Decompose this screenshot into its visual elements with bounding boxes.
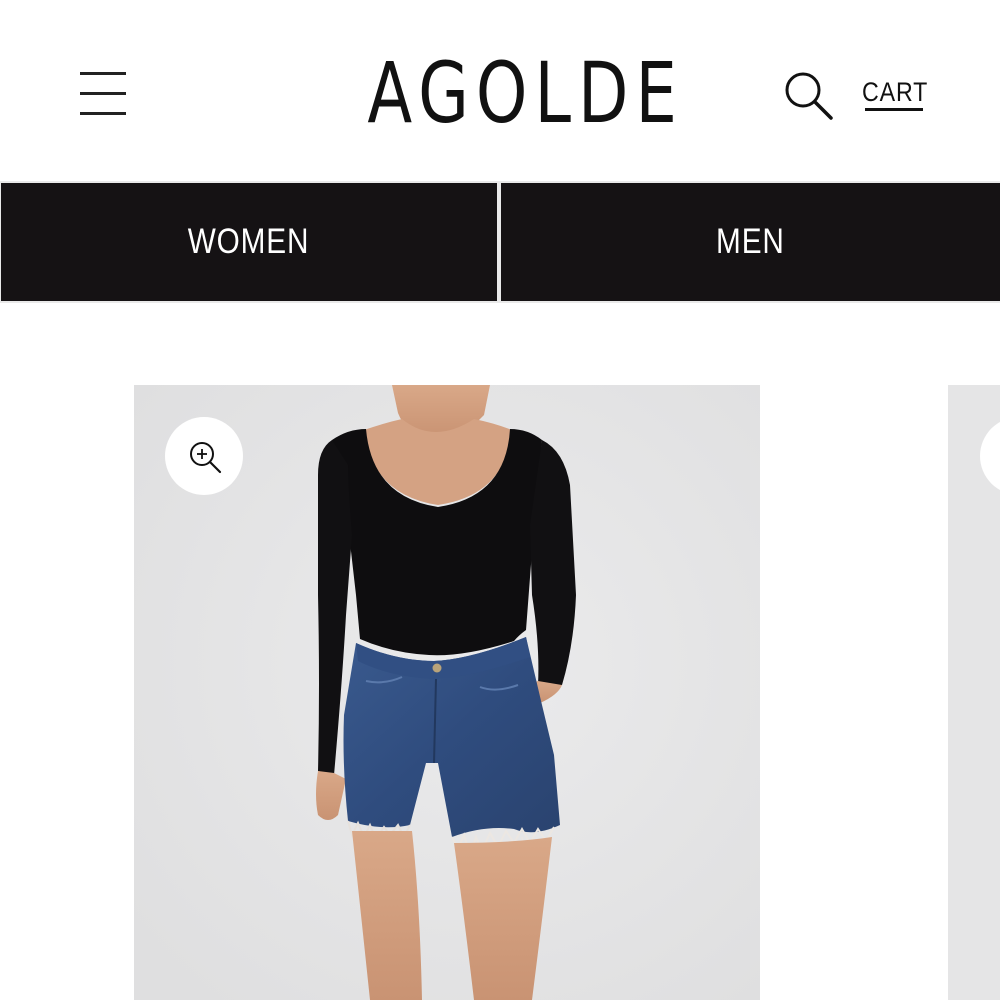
zoom-in-icon [190,442,222,474]
menu-line-bottom [80,112,126,115]
tab-women[interactable]: WOMEN [1,183,497,301]
site-logo[interactable]: AGOLDE [367,40,676,146]
search-icon [785,72,833,120]
page: AGOLDE CART WOMEN MEN [0,0,1000,1000]
product-card-next[interactable] [948,385,1000,1000]
hamburger-menu-button[interactable] [72,66,134,120]
tab-men[interactable]: MEN [501,183,1000,301]
tab-women-label: WOMEN [188,222,310,261]
cart-underline [865,108,923,111]
product-card[interactable] [134,385,760,1000]
menu-line-middle [80,92,126,95]
site-header: AGOLDE CART [0,0,1000,181]
zoom-button[interactable] [165,417,243,495]
category-nav: WOMEN MEN [0,181,1000,303]
zoom-button-next[interactable] [980,417,1000,495]
tab-men-label: MEN [716,222,785,261]
search-button[interactable] [780,66,838,124]
menu-line-top [80,72,126,75]
